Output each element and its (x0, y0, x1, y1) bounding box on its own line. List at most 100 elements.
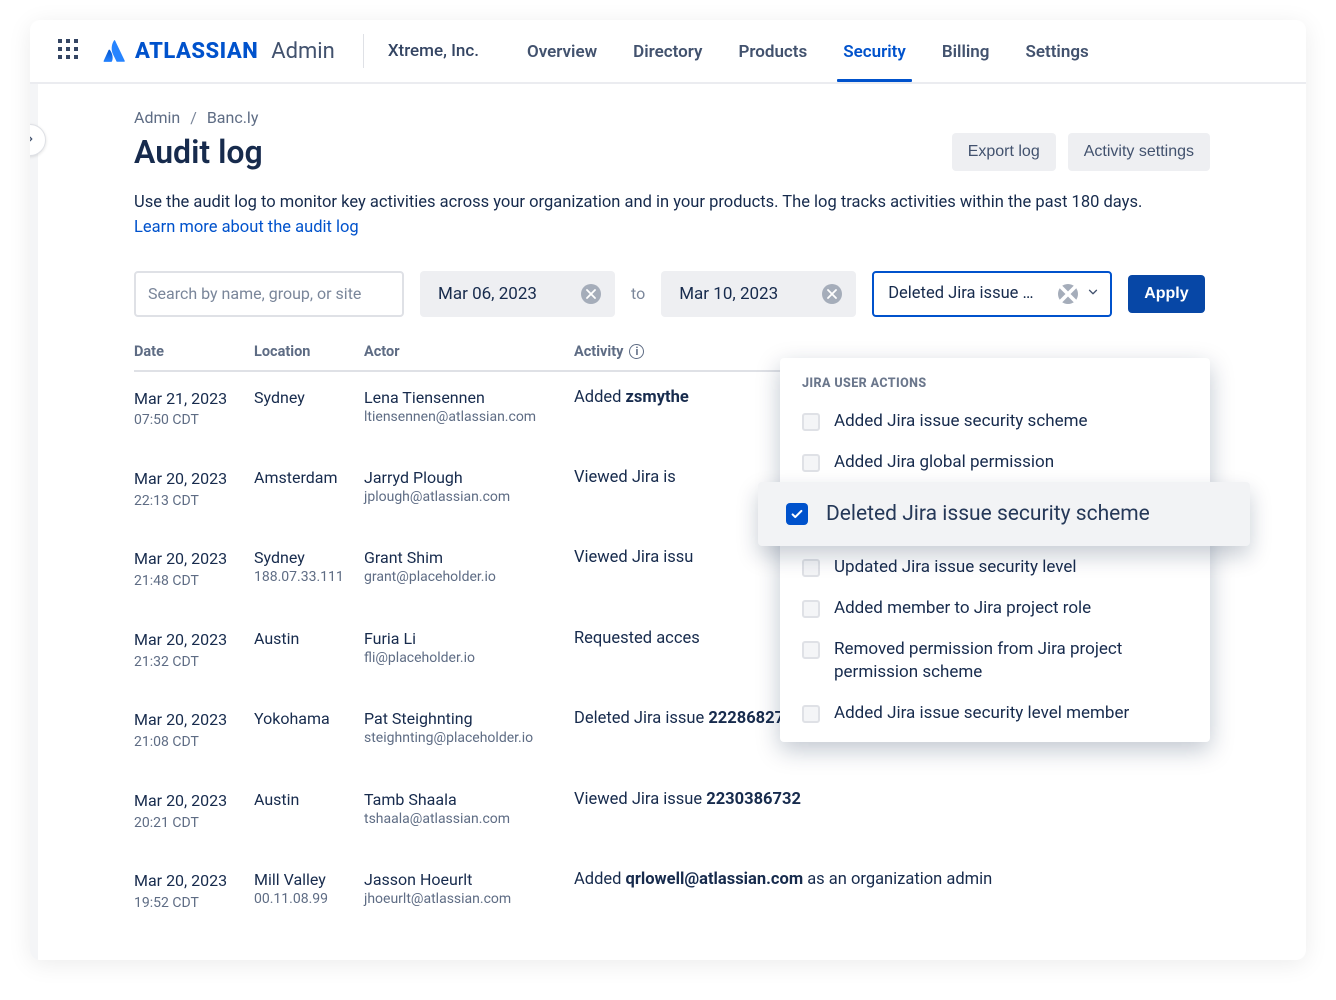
cell-location-value: Austin (254, 790, 364, 809)
cell-actor-email: jhoeurlt@atlassian.com (364, 891, 574, 907)
checkbox-checked-icon (786, 503, 808, 525)
activity-prefix: Added (574, 870, 626, 889)
date-from-value: Mar 06, 2023 (438, 284, 537, 304)
th-date: Date (134, 343, 254, 360)
dropdown-option[interactable]: Added Jira issue security level member (780, 693, 1210, 734)
cell-location-value: Sydney (254, 548, 364, 567)
cell-time-value: 22:13 CDT (134, 492, 254, 511)
dropdown-option-label: Added member to Jira project role (834, 597, 1091, 620)
app-frame: ATLASSIAN Admin Xtreme, Inc. Overview Di… (30, 20, 1306, 960)
cell-actor-email: steighnting@placeholder.io (364, 730, 574, 746)
cell-location: Yokohama (254, 709, 364, 728)
cell-date-value: Mar 20, 2023 (134, 468, 254, 490)
dropdown-option-label: Updated Jira issue security level (834, 556, 1077, 579)
cell-date-value: Mar 20, 2023 (134, 870, 254, 892)
to-label: to (631, 284, 645, 303)
clear-date-to-icon[interactable] (822, 284, 842, 304)
activity-bold: zsmythe (626, 388, 689, 407)
activity-prefix: Added (574, 388, 626, 407)
activity-settings-button[interactable]: Activity settings (1068, 133, 1210, 171)
cell-location-value: Sydney (254, 388, 364, 407)
nav-security[interactable]: Security (839, 22, 910, 80)
checkbox-icon (802, 641, 820, 659)
cell-date: Mar 21, 2023 07:50 CDT (134, 388, 254, 430)
breadcrumb-item[interactable]: Banc.ly (207, 108, 259, 127)
clear-date-from-icon[interactable] (581, 284, 601, 304)
activity-suffix: as an organization admin (803, 870, 992, 889)
cell-time-value: 21:32 CDT (134, 653, 254, 672)
learn-more-link[interactable]: Learn more about the audit log (134, 218, 359, 237)
org-name[interactable]: Xtreme, Inc. (363, 34, 503, 68)
cell-date-value: Mar 20, 2023 (134, 548, 254, 570)
breadcrumb-item[interactable]: Admin (134, 108, 180, 127)
th-location: Location (254, 343, 364, 360)
cell-location-ip: 188.07.33.111 (254, 569, 364, 585)
activity-bold: 2230386732 (706, 790, 801, 809)
cell-actor-name: Grant Shim (364, 548, 574, 567)
activity-bold: qrlowell@atlassian.com (626, 870, 804, 889)
cell-actor-name: Jarryd Plough (364, 468, 574, 487)
dropdown-option-label: Added Jira issue security level member (834, 702, 1129, 725)
activity-prefix: Deleted Jira issue (574, 709, 708, 728)
dropdown-option[interactable]: Removed permission from Jira project per… (780, 629, 1210, 693)
cell-location-value: Mill Valley (254, 870, 364, 889)
clear-activity-filter-icon[interactable] (1058, 284, 1078, 304)
title-actions: Export log Activity settings (952, 133, 1210, 171)
cell-actor: Pat Steighnting steighnting@placeholder.… (364, 709, 574, 746)
dropdown-option[interactable]: Updated Jira issue security level (780, 547, 1210, 588)
table-row[interactable]: Mar 20, 2023 20:21 CDT Austin Tamb Shaal… (134, 774, 1210, 854)
checkbox-icon (802, 454, 820, 472)
breadcrumb-separator: / (190, 108, 197, 127)
cell-location: Sydney (254, 388, 364, 407)
search-input[interactable]: Search by name, group, or site (134, 271, 404, 317)
cell-location-value: Austin (254, 629, 364, 648)
activity-filter-value: Deleted Jira issue … (888, 284, 1033, 303)
activity-filter-select[interactable]: Deleted Jira issue … (872, 271, 1112, 317)
info-icon[interactable]: i (629, 344, 644, 359)
dropdown-option[interactable]: Added Jira global permission (780, 442, 1210, 483)
apply-button[interactable]: Apply (1128, 275, 1204, 313)
nav-settings[interactable]: Settings (1021, 22, 1092, 80)
app-switcher-icon[interactable] (58, 39, 82, 63)
chevron-right-icon (30, 131, 37, 150)
top-nav: ATLASSIAN Admin Xtreme, Inc. Overview Di… (30, 20, 1306, 84)
cell-activity: Viewed Jira issue 2230386732 (574, 790, 1210, 809)
dropdown-option-selected[interactable]: Deleted Jira issue security scheme (758, 482, 1250, 546)
th-activity-label: Activity (574, 343, 623, 360)
cell-time-value: 07:50 CDT (134, 411, 254, 430)
atlassian-logo-icon (102, 39, 126, 63)
cell-location: Austin (254, 629, 364, 648)
nav-products[interactable]: Products (734, 22, 811, 80)
cell-date: Mar 20, 2023 20:21 CDT (134, 790, 254, 832)
page-description: Use the audit log to monitor key activit… (134, 191, 1210, 241)
dropdown-option-label: Added Jira issue security scheme (834, 410, 1088, 433)
cell-time-value: 19:52 CDT (134, 894, 254, 913)
date-to-picker[interactable]: Mar 10, 2023 (661, 271, 856, 317)
cell-actor: Jarryd Plough jplough@atlassian.com (364, 468, 574, 505)
dropdown-option[interactable]: Added Jira issue security scheme (780, 401, 1210, 442)
dropdown-option[interactable]: Added member to Jira project role (780, 588, 1210, 629)
cell-location: Amsterdam (254, 468, 364, 487)
dropdown-heading: JIRA USER ACTIONS (780, 372, 1210, 401)
checkbox-icon (802, 705, 820, 723)
activity-prefix: Requested acces (574, 629, 700, 648)
table-row[interactable]: Mar 20, 2023 19:52 CDT Mill Valley 00.11… (134, 854, 1210, 934)
nav-billing[interactable]: Billing (938, 22, 994, 80)
cell-date: Mar 20, 2023 21:08 CDT (134, 709, 254, 751)
nav-overview[interactable]: Overview (523, 22, 601, 80)
brand[interactable]: ATLASSIAN Admin (102, 39, 335, 64)
activity-prefix: Viewed Jira is (574, 468, 676, 487)
cell-date: Mar 20, 2023 19:52 CDT (134, 870, 254, 912)
cell-actor-name: Furia Li (364, 629, 574, 648)
cell-actor-email: jplough@atlassian.com (364, 489, 574, 505)
th-activity: Activity i (574, 343, 1210, 360)
cell-actor-email: grant@placeholder.io (364, 569, 574, 585)
export-log-button[interactable]: Export log (952, 133, 1056, 171)
nav-directory[interactable]: Directory (629, 22, 706, 80)
filter-row: Search by name, group, or site Mar 06, 2… (134, 271, 1210, 317)
cell-actor-name: Tamb Shaala (364, 790, 574, 809)
cell-actor: Jasson Hoeurlt jhoeurlt@atlassian.com (364, 870, 574, 907)
cell-activity: Added qrlowell@atlassian.com as an organ… (574, 870, 1210, 889)
cell-time-value: 21:48 CDT (134, 572, 254, 591)
date-from-picker[interactable]: Mar 06, 2023 (420, 271, 615, 317)
